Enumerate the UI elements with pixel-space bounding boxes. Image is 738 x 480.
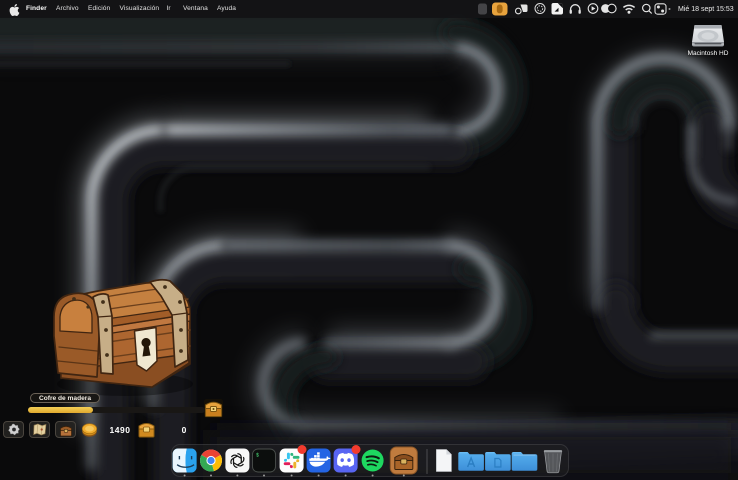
- svg-text:$: $: [256, 453, 259, 459]
